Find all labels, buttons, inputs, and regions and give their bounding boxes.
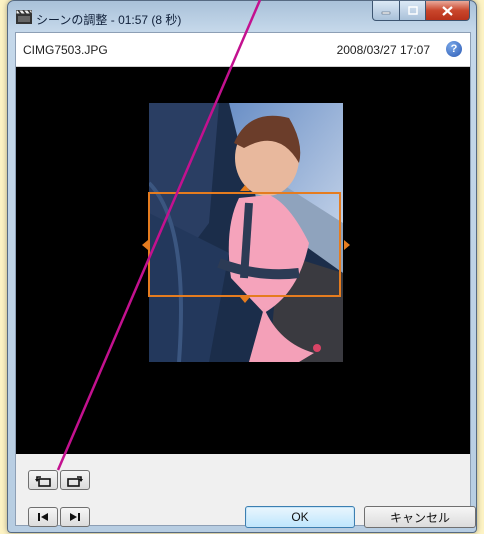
- scene-adjust-dialog: シーンの調整 - 01:57 (8 秒) CIMG7503.JPG 2008/0…: [7, 0, 477, 533]
- close-icon: [442, 5, 453, 16]
- minimize-button[interactable]: [372, 1, 400, 21]
- skip-previous-icon: [38, 513, 48, 521]
- skip-next-icon: [70, 513, 80, 521]
- file-name: CIMG7503.JPG: [23, 43, 108, 57]
- minimize-icon: [381, 11, 391, 14]
- close-button[interactable]: [426, 1, 470, 21]
- crop-handle-bottom[interactable]: [240, 297, 250, 303]
- previous-button[interactable]: [28, 507, 58, 527]
- help-icon[interactable]: ?: [446, 41, 462, 57]
- image-viewer: [16, 67, 470, 454]
- maximize-button[interactable]: [400, 1, 426, 21]
- rotate-left-icon: [35, 476, 51, 487]
- window-title: シーンの調整 - 01:57 (8 秒): [36, 13, 182, 27]
- rotate-right-button[interactable]: [60, 470, 90, 490]
- info-bar: CIMG7503.JPG 2008/03/27 17:07 ?: [16, 33, 470, 67]
- next-button[interactable]: [60, 507, 90, 527]
- title-bar[interactable]: シーンの調整 - 01:57 (8 秒): [8, 1, 476, 35]
- ok-button[interactable]: OK: [245, 506, 355, 528]
- maximize-icon: [407, 6, 418, 15]
- crop-frame[interactable]: [148, 192, 341, 297]
- capture-datetime: 2008/03/27 17:07: [336, 43, 430, 57]
- window-controls: [372, 1, 470, 21]
- crop-handle-top[interactable]: [240, 185, 250, 191]
- navigation-toolbar: [28, 507, 92, 527]
- cancel-button[interactable]: キャンセル: [364, 506, 476, 528]
- crop-handle-left[interactable]: [142, 240, 148, 250]
- clapperboard-icon: [16, 10, 32, 24]
- rotate-toolbar: [28, 470, 92, 490]
- dialog-body: CIMG7503.JPG 2008/03/27 17:07 ? OK キャンセル: [15, 32, 476, 528]
- crop-handle-right[interactable]: [344, 240, 350, 250]
- rotate-left-button[interactable]: [28, 470, 58, 490]
- rotate-right-icon: [67, 476, 83, 487]
